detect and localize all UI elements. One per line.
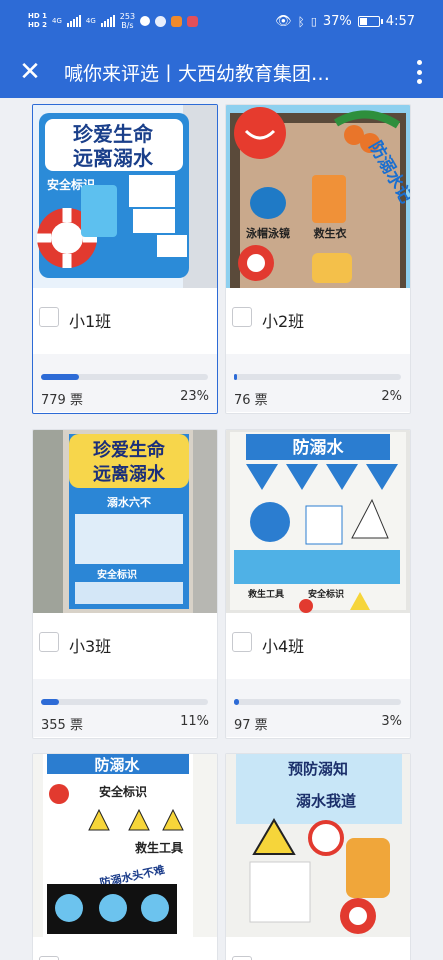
poster-text: 泳帽泳镜: [246, 226, 290, 240]
vote-progress-fill: [41, 374, 80, 380]
entry-photo-3[interactable]: 珍爱生命 远离溺水 溺水六不 安全标识: [33, 430, 217, 613]
vote-checkbox-4[interactable]: [232, 632, 252, 652]
vote-percent: 23%: [180, 389, 209, 404]
entry-name: 小2班: [262, 312, 305, 331]
poster-text: 防溺水: [94, 756, 140, 774]
vote-count: 97 票: [234, 718, 268, 733]
entry-name: 小4班: [262, 637, 305, 656]
vote-checkbox-6[interactable]: [232, 956, 252, 960]
more-vertical-icon-dot: [416, 60, 422, 65]
vote-checkbox-5[interactable]: [39, 956, 59, 960]
vote-progress-fill: [234, 374, 238, 380]
poster-text: 安全标识: [97, 568, 137, 581]
network-4g-label-1: 4G: [51, 17, 62, 25]
battery-icon: [357, 16, 383, 27]
close-icon: ✕: [19, 57, 41, 87]
poster-text: 珍爱生命: [73, 122, 154, 146]
vote-card-5[interactable]: 防溺水 安全标识 救生工具 防溺水头不难: [32, 753, 218, 960]
entry-name: 小1班: [69, 312, 112, 331]
entry-photo-5[interactable]: 防溺水 安全标识 救生工具 防溺水头不难: [33, 754, 217, 937]
vote-card-2[interactable]: 泳帽泳镜 救生衣 防溺水记 小2班 76 票 2%: [225, 104, 411, 414]
network-4g-label-2: 4G: [85, 17, 96, 25]
vote-progress-bar: [234, 699, 401, 705]
game-app-icon: [187, 15, 199, 27]
vote-percent: 11%: [180, 714, 209, 729]
vote-progress-fill: [41, 699, 60, 705]
bluetooth-icon: ᛒ: [297, 14, 305, 29]
location-app-icon: [140, 16, 151, 26]
page-title: 喊你来评选丨大西幼教育集团…: [64, 63, 331, 85]
poster-text: 安全标识: [308, 588, 344, 600]
poster-text: 预防溺知: [288, 760, 348, 778]
hd-indicator: HD 1 HD 2: [28, 12, 47, 29]
vote-count: 779 票: [41, 393, 83, 408]
browser-app-icon: [155, 15, 167, 27]
signal-icon: [66, 15, 81, 27]
vote-list[interactable]: 珍爱生命 远离溺水 安全标识 小1班 779 票 23% 泳帽泳镜 救生衣 防溺…: [0, 98, 443, 960]
vote-count: 355 票: [41, 718, 83, 733]
vote-card-4[interactable]: 防溺水 救生工具 安全标识 小4班 97 票 3%: [225, 429, 411, 739]
vote-percent: 3%: [381, 714, 402, 729]
entry-photo-2[interactable]: 泳帽泳镜 救生衣 防溺水记: [226, 105, 410, 288]
poster-text: 救生衣: [314, 226, 348, 240]
nav-bar: ✕ 喊你来评选丨大西幼教育集团…: [0, 46, 443, 98]
vote-progress-bar: [234, 374, 401, 380]
vibrate-icon: ▯: [310, 15, 317, 28]
vote-progress-fill: [234, 699, 239, 705]
vote-checkbox-1[interactable]: [39, 307, 59, 327]
entry-photo-6[interactable]: 预防溺知 溺水我道: [226, 754, 410, 937]
poster-text: 远离溺水: [73, 146, 154, 170]
more-vertical-icon-dot: [416, 79, 422, 84]
poster-text: 溺水我道: [296, 792, 356, 810]
poster-text: 溺水六不: [107, 495, 151, 509]
poster-text: 救生工具: [248, 588, 284, 600]
more-vertical-icon-dot: [416, 69, 422, 75]
entry-name: 小3班: [69, 637, 112, 656]
poster-text: 救生工具: [135, 840, 183, 855]
vote-count: 76 票: [234, 393, 268, 408]
poster-text: 防溺水: [293, 437, 345, 458]
vote-percent: 2%: [381, 389, 402, 404]
vote-card-1[interactable]: 珍爱生命 远离溺水 安全标识 小1班 779 票 23%: [32, 104, 218, 414]
signal-icon-2: [100, 15, 115, 27]
vote-progress-bar: [41, 374, 208, 380]
vote-checkbox-3[interactable]: [39, 632, 59, 652]
entry-photo-4[interactable]: 防溺水 救生工具 安全标识: [226, 430, 410, 613]
vote-progress-bar: [41, 699, 208, 705]
battery-percent: 37%: [322, 14, 352, 29]
video-app-icon: [171, 15, 183, 27]
status-bar: HD 1 HD 2 4G 4G 253 B/s 👁 ᛒ ▯ 37% 4:57: [0, 0, 443, 46]
entry-photo-1[interactable]: 珍爱生命 远离溺水 安全标识: [33, 105, 217, 288]
more-options-button[interactable]: [409, 58, 429, 86]
vote-card-3[interactable]: 珍爱生命 远离溺水 溺水六不 安全标识 小3班 355 票 11%: [32, 429, 218, 739]
clock: 4:57: [385, 14, 415, 29]
vote-checkbox-2[interactable]: [232, 307, 252, 327]
network-speed: 253 B/s: [119, 12, 136, 30]
vote-card-6[interactable]: 预防溺知 溺水我道: [225, 753, 411, 960]
poster-text: 远离溺水: [93, 463, 166, 485]
poster-text: 安全标识: [99, 784, 147, 799]
poster-text: 珍爱生命: [93, 439, 166, 461]
eye-icon: 👁: [275, 14, 292, 29]
close-button[interactable]: ✕: [14, 56, 46, 88]
